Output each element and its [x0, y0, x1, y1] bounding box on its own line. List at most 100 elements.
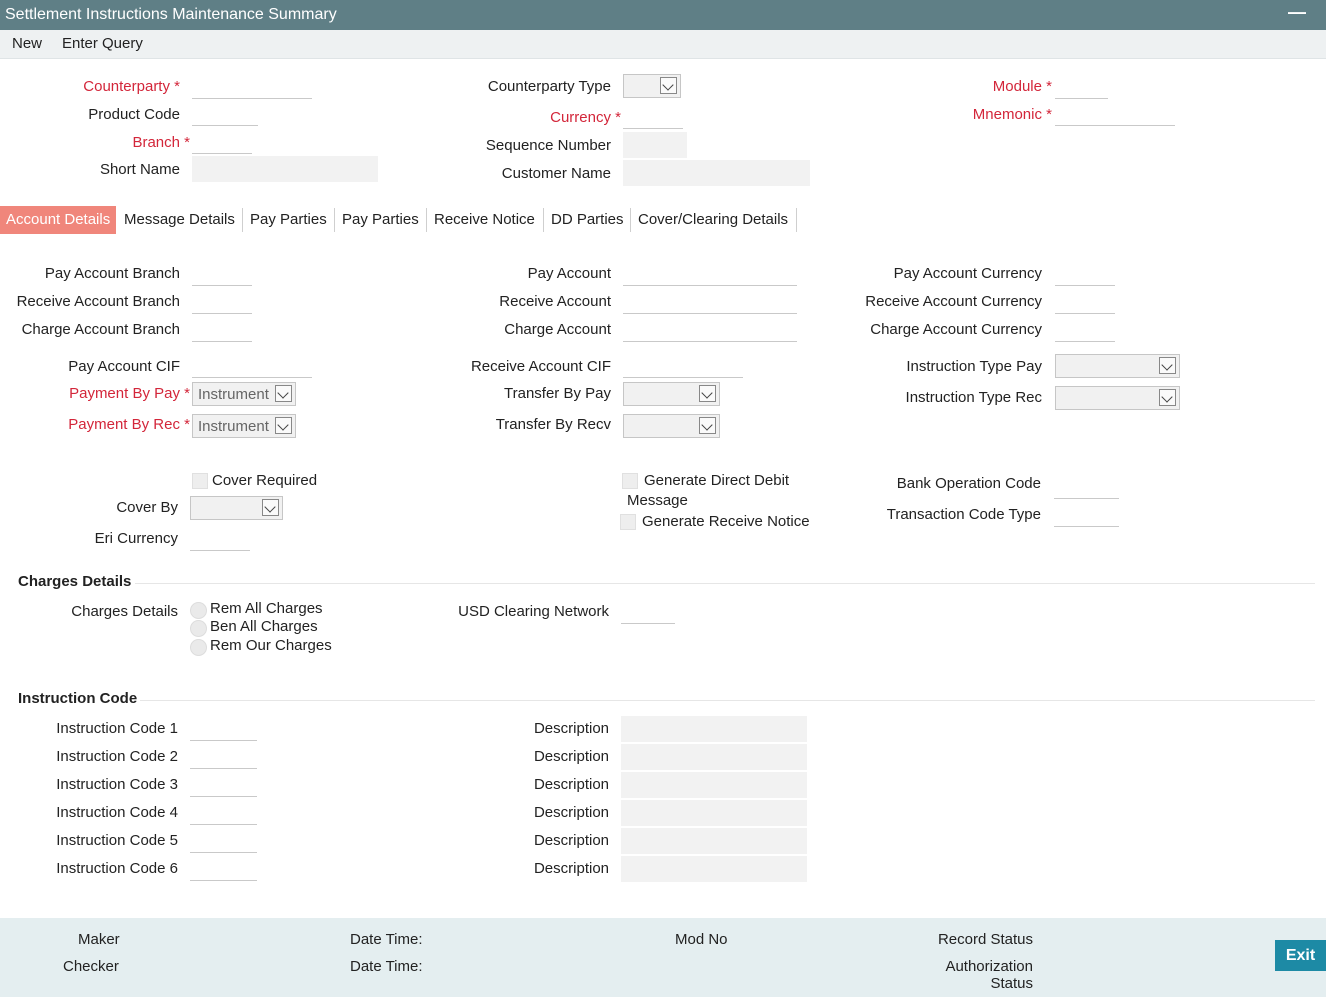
counterparty-input[interactable] [192, 76, 312, 99]
generate-direct-debit-label: Generate Direct Debit [644, 472, 790, 489]
pay-account-input[interactable] [623, 263, 797, 286]
tab-divider [242, 208, 243, 232]
enter-query-menu-item[interactable]: Enter Query [62, 35, 143, 52]
pay-account-branch-label: Pay Account Branch [44, 265, 180, 282]
instruction-code-3-label: Instruction Code 3 [56, 776, 178, 793]
pay-account-branch-input[interactable] [192, 263, 252, 286]
cover-required-checkbox[interactable] [192, 473, 208, 489]
rem-our-charges-label: Rem Our Charges [210, 637, 332, 654]
chevron-down-icon [699, 385, 716, 402]
counterparty-type-label: Counterparty Type [487, 78, 611, 95]
instruction-code-3-input[interactable] [190, 774, 257, 797]
short-name-label: Short Name [99, 161, 180, 178]
exit-button[interactable]: Exit [1275, 940, 1326, 971]
checker-date-time-label: Date Time: [350, 958, 423, 975]
generate-direct-debit-checkbox[interactable] [622, 473, 638, 489]
receive-account-branch-input[interactable] [192, 291, 252, 314]
generate-direct-debit-message-label: Message [627, 492, 688, 509]
tab-pay-parties-2[interactable]: Pay Parties [342, 206, 419, 234]
eri-currency-input[interactable] [190, 528, 250, 551]
description-3-label: Description [533, 776, 609, 793]
generate-receive-notice-label: Generate Receive Notice [642, 513, 810, 530]
description-3-field [621, 772, 807, 798]
receive-account-currency-input[interactable] [1055, 291, 1115, 314]
tab-divider [426, 208, 427, 232]
audit-footer [0, 918, 1326, 997]
maker-date-time-label: Date Time: [350, 931, 423, 948]
bank-operation-code-input[interactable] [1054, 476, 1119, 499]
counterparty-type-select[interactable] [623, 74, 681, 98]
pay-account-cif-input[interactable] [192, 355, 312, 378]
tab-cover-clearing-details[interactable]: Cover/Clearing Details [638, 206, 788, 234]
customer-name-field [623, 160, 810, 186]
mnemonic-label: Mnemonic * [972, 106, 1052, 123]
record-status-label: Record Status [937, 931, 1033, 948]
transfer-by-recv-select[interactable] [623, 414, 720, 438]
mod-no-label: Mod No [675, 931, 728, 948]
currency-input[interactable] [623, 106, 683, 129]
minimize-icon[interactable]: — [1288, 2, 1306, 23]
rem-our-charges-radio[interactable] [190, 639, 207, 656]
transaction-code-type-input[interactable] [1054, 504, 1119, 527]
usd-clearing-network-label: USD Clearing Network [458, 603, 609, 620]
tab-pay-parties-1[interactable]: Pay Parties [250, 206, 327, 234]
instruction-type-rec-select[interactable] [1055, 386, 1180, 410]
sequence-number-field [623, 132, 687, 158]
charge-account-input[interactable] [623, 319, 797, 342]
tab-receive-notice[interactable]: Receive Notice [434, 206, 535, 234]
sequence-number-label: Sequence Number [485, 137, 611, 154]
chevron-down-icon [275, 417, 292, 434]
product-code-input[interactable] [192, 103, 258, 126]
instruction-code-6-input[interactable] [190, 858, 257, 881]
description-5-field [621, 828, 807, 854]
description-2-label: Description [533, 748, 609, 765]
ben-all-charges-radio[interactable] [190, 620, 207, 637]
instruction-code-4-input[interactable] [190, 802, 257, 825]
charges-details-section-title: Charges Details [18, 573, 132, 590]
instruction-code-4-label: Instruction Code 4 [56, 804, 178, 821]
cover-by-select[interactable] [190, 496, 283, 520]
charge-account-currency-input[interactable] [1055, 319, 1115, 342]
description-4-field [621, 800, 807, 826]
tab-divider [796, 208, 797, 232]
generate-receive-notice-checkbox[interactable] [620, 514, 636, 530]
branch-label: Branch * [132, 134, 190, 151]
receive-account-input[interactable] [623, 291, 797, 314]
cover-by-label: Cover By [116, 499, 178, 516]
mnemonic-input[interactable] [1055, 103, 1175, 126]
branch-input[interactable] [192, 131, 252, 154]
instruction-code-5-input[interactable] [190, 830, 257, 853]
receive-account-cif-input[interactable] [623, 355, 743, 378]
transfer-by-pay-select[interactable] [623, 382, 720, 406]
charge-account-branch-input[interactable] [192, 319, 252, 342]
tab-divider [630, 208, 631, 232]
description-1-field [621, 716, 807, 742]
chevron-down-icon [699, 417, 716, 434]
instruction-type-pay-select[interactable] [1055, 354, 1180, 378]
new-menu-item[interactable]: New [12, 35, 42, 52]
tab-message-details[interactable]: Message Details [124, 206, 235, 234]
payment-by-pay-label: Payment By Pay * [69, 385, 190, 402]
payment-by-rec-select[interactable]: Instrument [192, 414, 296, 438]
transaction-code-type-label: Transaction Code Type [886, 506, 1041, 523]
module-input[interactable] [1055, 76, 1108, 99]
instruction-code-6-label: Instruction Code 6 [56, 860, 178, 877]
charge-account-label: Charge Account [504, 321, 611, 338]
pay-account-currency-label: Pay Account Currency [893, 265, 1042, 282]
chevron-down-icon [1159, 357, 1176, 374]
instruction-code-2-input[interactable] [190, 746, 257, 769]
payment-by-pay-select[interactable]: Instrument [192, 382, 296, 406]
ben-all-charges-label: Ben All Charges [210, 618, 318, 635]
tab-account-details[interactable]: Account Details [0, 206, 117, 234]
rem-all-charges-radio[interactable] [190, 602, 207, 619]
tab-dd-parties[interactable]: DD Parties [551, 206, 624, 234]
window-titlebar: Settlement Instructions Maintenance Summ… [0, 0, 1326, 30]
tab-divider [334, 208, 335, 232]
payment-by-rec-label: Payment By Rec * [68, 416, 190, 433]
usd-clearing-network-input[interactable] [621, 601, 675, 624]
instruction-code-1-input[interactable] [190, 718, 257, 741]
product-code-label: Product Code [88, 106, 180, 123]
pay-account-cif-label: Pay Account CIF [68, 358, 180, 375]
pay-account-currency-input[interactable] [1055, 263, 1115, 286]
description-2-field [621, 744, 807, 770]
